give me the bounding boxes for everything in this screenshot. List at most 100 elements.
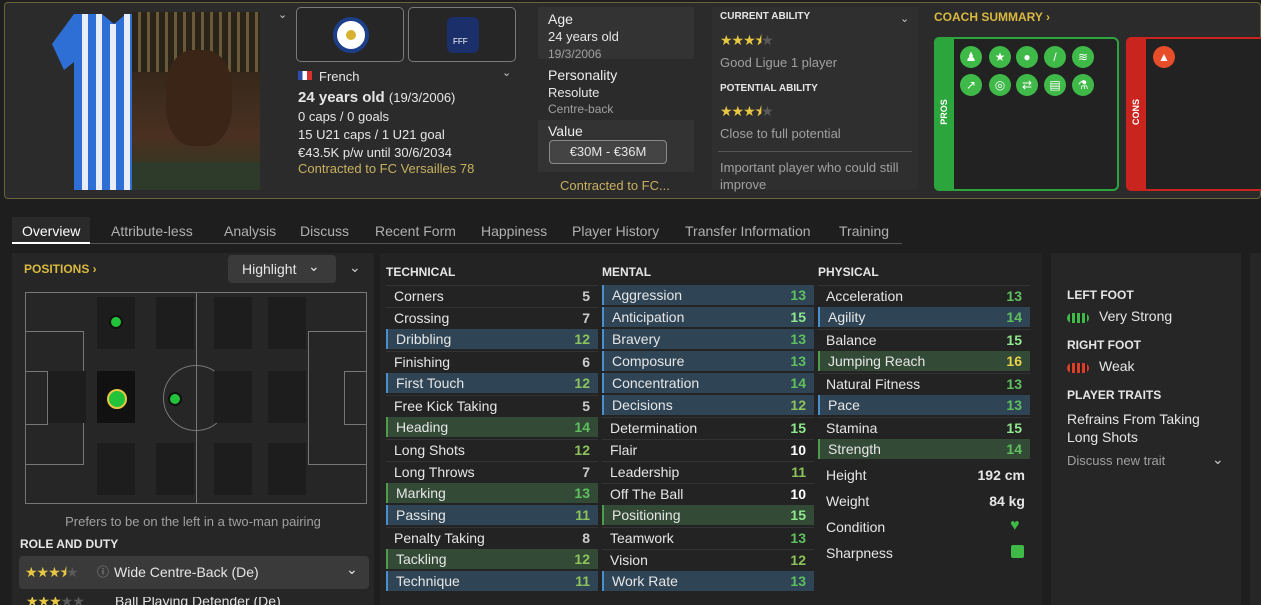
attribute-row[interactable]: Long Throws 7 (386, 461, 598, 481)
attribute-row[interactable]: Technique 11 (386, 571, 598, 591)
attribute-row[interactable]: First Touch 12 (386, 373, 598, 393)
flask-icon[interactable]: ⚗ (1072, 74, 1094, 96)
attribute-row[interactable]: Aggression 13 (602, 285, 814, 305)
attribute-row[interactable]: Teamwork 13 (602, 527, 814, 547)
tab-attribute-less[interactable]: Attribute-less (101, 217, 203, 244)
attribute-row[interactable]: Work Rate 13 (602, 571, 814, 591)
highlight-dropdown[interactable]: Highlight ⌄ (228, 255, 336, 283)
attribute-row[interactable]: Finishing 6 (386, 351, 598, 371)
info-icon: ⓘ (97, 565, 110, 579)
trend-up-icon[interactable]: ↗ (960, 74, 982, 96)
age-value: 24 years old (548, 29, 619, 44)
chevron-down-icon[interactable]: ⌄ (278, 8, 287, 21)
attribute-row[interactable]: Long Shots 12 (386, 439, 598, 459)
position-dot[interactable] (109, 315, 123, 329)
attribute-row[interactable]: Dribbling 12 (386, 329, 598, 349)
attribute-row[interactable]: Positioning 15 (602, 505, 814, 525)
role-selector[interactable]: ★★★⯨★ ⓘ Wide Centre-Back (De) ⌄ (19, 556, 369, 589)
chevron-down-icon[interactable]: ⌄ (900, 12, 909, 25)
attribute-row[interactable]: Heading 14 (386, 417, 598, 437)
nation-badge[interactable]: FFF (408, 7, 516, 62)
attribute-row[interactable]: Natural Fitness 13 (818, 373, 1030, 393)
attribute-row[interactable]: Anticipation 15 (602, 307, 814, 327)
current-ability-label: CURRENT ABILITY (720, 11, 811, 22)
discuss-trait-link[interactable]: Discuss new trait (1067, 453, 1165, 468)
pro-icon-1[interactable]: ♟ (960, 46, 982, 68)
tab-analysis[interactable]: Analysis (214, 217, 286, 244)
attribute-row[interactable]: Determination 15 (602, 417, 814, 437)
tab-happiness[interactable]: Happiness (471, 217, 557, 244)
cons-panel (1126, 37, 1261, 191)
tactics-icon[interactable]: ≋ (1072, 46, 1094, 68)
chevron-down-icon: ⌄ (346, 561, 358, 577)
attribute-row[interactable]: Balance 15 (818, 329, 1030, 349)
position-dot-natural[interactable] (107, 389, 127, 409)
attribute-value: 5 (582, 288, 590, 304)
chevron-down-icon[interactable]: ⌄ (1212, 451, 1224, 468)
attribute-name: Natural Fitness (826, 376, 921, 392)
attribute-name: Strength (828, 441, 881, 457)
cons-sidebar: CONS (1126, 37, 1146, 191)
sharpness-icon (1011, 545, 1024, 558)
attribute-row[interactable]: Vision 12 (602, 549, 814, 569)
pitch-diagram (25, 292, 367, 504)
role-selector-2[interactable]: ★★★★★ Ball Playing Defender (De) (20, 597, 370, 605)
club-badge[interactable] (296, 7, 404, 62)
attribute-name: Decisions (612, 397, 673, 413)
attribute-row[interactable]: Leadership 11 (602, 461, 814, 481)
attribute-row[interactable]: Free Kick Taking 5 (386, 395, 598, 415)
attribute-value: 12 (574, 442, 590, 458)
boot-icon[interactable]: / (1044, 46, 1066, 68)
value-range[interactable]: €30M - €36M (549, 140, 667, 164)
clipboard-icon[interactable]: ▤ (1044, 74, 1066, 96)
contract-short[interactable]: Contracted to FC... (560, 178, 670, 194)
tab-recent-form[interactable]: Recent Form (365, 217, 466, 244)
attribute-row[interactable]: Passing 11 (386, 505, 598, 525)
attribute-row[interactable]: Concentration 14 (602, 373, 814, 393)
attribute-row[interactable]: Stamina 15 (818, 417, 1030, 437)
target-icon[interactable]: ◎ (989, 74, 1011, 96)
tab-overview[interactable]: Overview (12, 217, 91, 244)
attribute-value: 6 (582, 354, 590, 370)
attribute-row[interactable]: Acceleration 13 (818, 285, 1030, 305)
tab-discuss[interactable]: Discuss (290, 217, 359, 244)
attribute-row[interactable]: Crossing 7 (386, 307, 598, 327)
contract-link[interactable]: Contracted to FC Versailles 78 (298, 161, 474, 177)
chevron-down-icon[interactable]: ⌄ (349, 259, 361, 276)
tab-transfer-information[interactable]: Transfer Information (675, 217, 821, 244)
tab-player-history[interactable]: Player History (562, 217, 669, 244)
chevron-down-icon[interactable]: ⌄ (502, 66, 511, 79)
attribute-row[interactable]: Tackling 12 (386, 549, 598, 569)
arrows-icon[interactable]: ⇄ (1016, 74, 1038, 96)
attribute-value: 7 (582, 464, 590, 480)
coach-summary-link[interactable]: COACH SUMMARY › (934, 10, 1050, 24)
cone-icon[interactable]: ▲ (1153, 46, 1175, 68)
attribute-name: Tackling (396, 551, 447, 567)
attribute-row[interactable]: Composure 13 (602, 351, 814, 371)
positions-link[interactable]: POSITIONS › (24, 262, 97, 276)
attribute-row[interactable]: Flair 10 (602, 439, 814, 459)
attribute-value: 14 (574, 419, 590, 435)
attribute-value: 11 (575, 507, 590, 523)
attribute-row[interactable]: Strength 14 (818, 439, 1030, 459)
attribute-row[interactable]: Marking 13 (386, 483, 598, 503)
condition-label: Condition (826, 519, 886, 535)
wage: €43.5K p/w until 30/6/2034 (298, 145, 452, 160)
attribute-name: First Touch (396, 375, 465, 391)
attribute-row[interactable]: Pace 13 (818, 395, 1030, 415)
position-dot[interactable] (168, 392, 182, 406)
attribute-row[interactable]: Corners 5 (386, 285, 598, 305)
attribute-row[interactable]: Jumping Reach 16 (818, 351, 1030, 371)
attribute-row[interactable]: Bravery 13 (602, 329, 814, 349)
star-icon[interactable]: ★ (989, 46, 1011, 68)
attribute-row[interactable]: Off The Ball 10 (602, 483, 814, 503)
attribute-value: 13 (790, 287, 806, 303)
tab-bar: Overview Attribute-less Analysis Discuss… (12, 217, 902, 244)
attribute-row[interactable]: Penalty Taking 8 (386, 527, 598, 547)
attribute-row[interactable]: Agility 14 (818, 307, 1030, 327)
attribute-row[interactable]: Decisions 12 (602, 395, 814, 415)
attribute-name: Anticipation (612, 309, 685, 325)
tab-training[interactable]: Training (829, 217, 899, 244)
brain-icon[interactable]: ● (1016, 46, 1038, 68)
trait-item[interactable]: Refrains From Taking Long Shots (1067, 410, 1227, 446)
